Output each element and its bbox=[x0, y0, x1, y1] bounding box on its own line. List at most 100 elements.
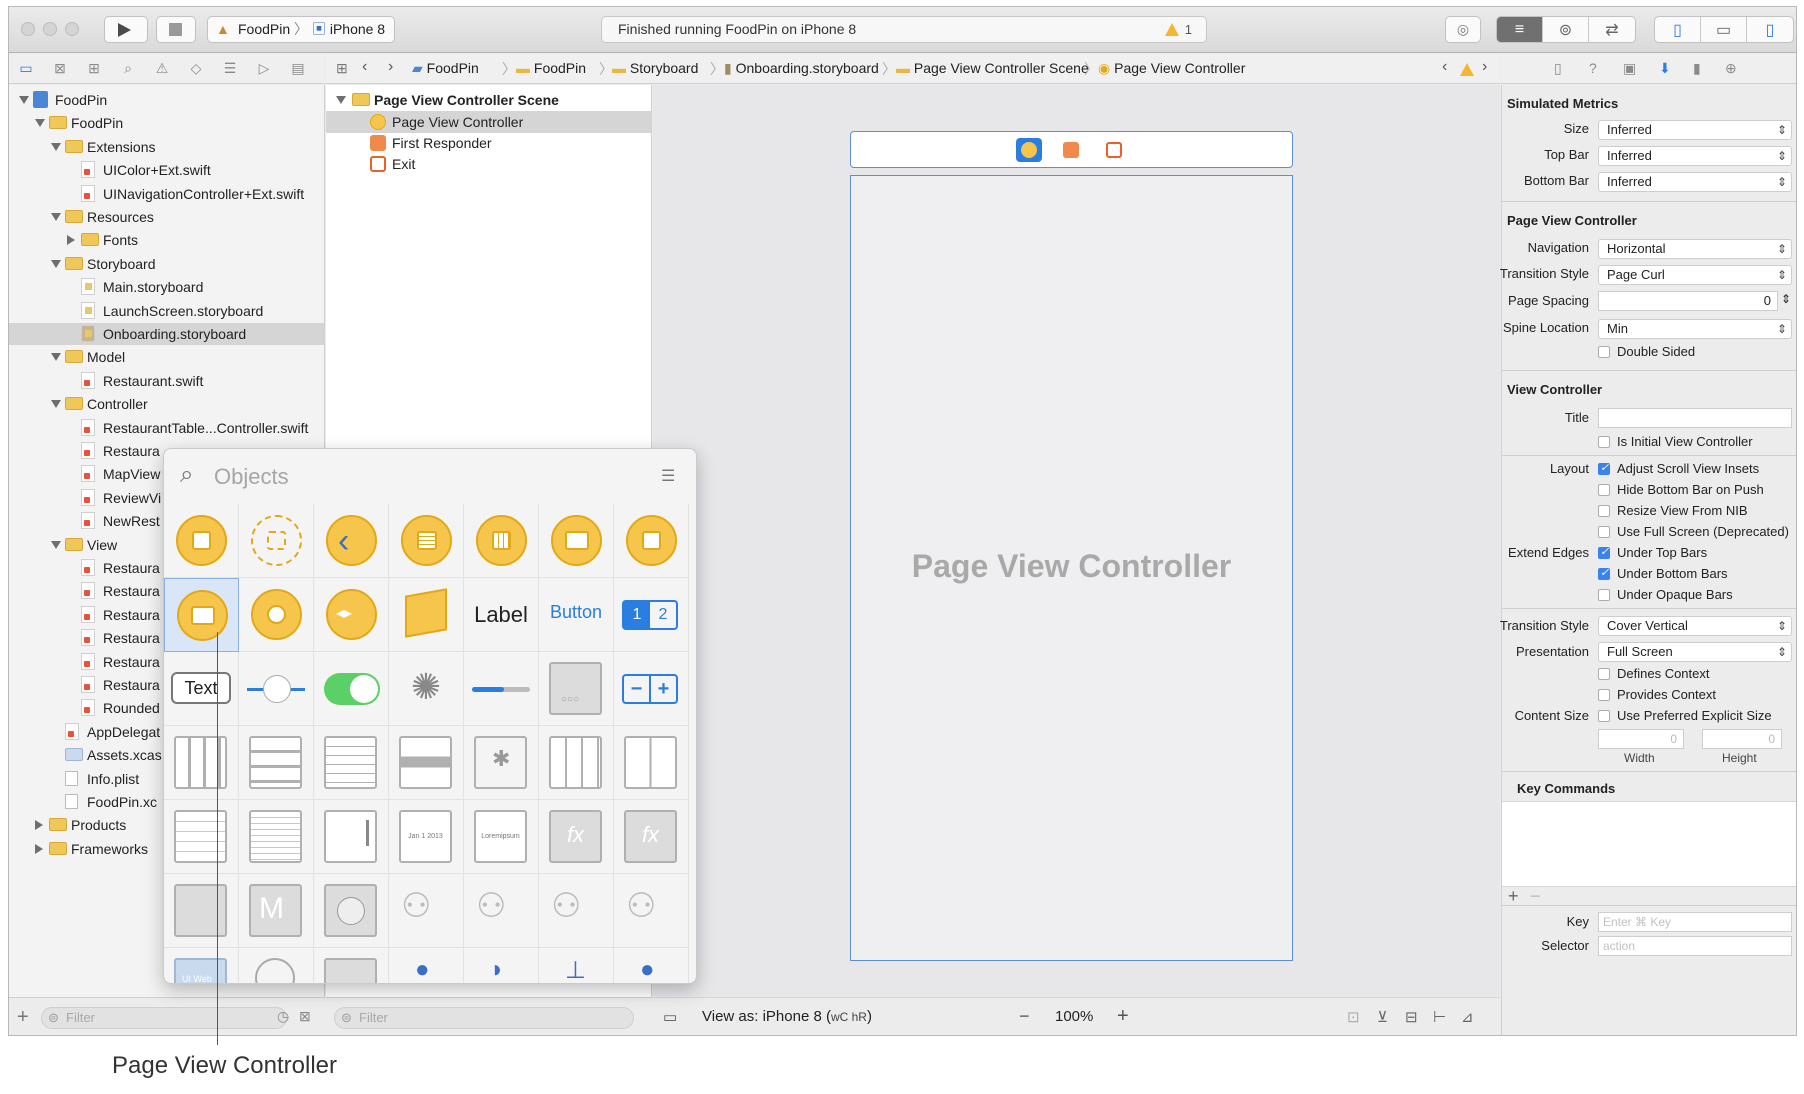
stop-button[interactable] bbox=[156, 16, 196, 43]
library-scroll-view[interactable] bbox=[314, 800, 389, 874]
jump-crumb-controller[interactable]: ◉ Page View Controller bbox=[1098, 60, 1245, 77]
library-tap-gesture[interactable]: ● bbox=[389, 948, 464, 983]
library-long-press-gesture[interactable]: ● bbox=[614, 948, 689, 983]
library-switch[interactable] bbox=[314, 652, 389, 726]
quick-help-icon[interactable]: ? bbox=[1589, 60, 1597, 76]
navigator-tree-row[interactable]: LaunchScreen.storyboard bbox=[9, 300, 324, 322]
disclosure-open-icon[interactable] bbox=[51, 259, 61, 268]
library-pinch-gesture[interactable]: ◗ bbox=[464, 948, 539, 983]
disclosure-open-icon[interactable] bbox=[51, 400, 61, 409]
outline-filter-field[interactable]: Filter bbox=[334, 1007, 634, 1029]
scm-filter-icon[interactable]: ⊠ bbox=[299, 1008, 311, 1025]
find-navigator-icon[interactable]: ⌕ bbox=[119, 60, 137, 76]
disclosure-open-icon[interactable] bbox=[51, 142, 61, 151]
library-spritekit-view[interactable]: ⚇ bbox=[464, 874, 539, 948]
title-field[interactable] bbox=[1598, 408, 1792, 428]
navigator-tree-row[interactable]: RestaurantTable...Controller.swift bbox=[9, 417, 324, 439]
disclosure-closed-icon[interactable] bbox=[35, 820, 43, 831]
outline-scene-row[interactable]: Page View Controller Scene bbox=[326, 89, 651, 111]
preferred-size-checkbox[interactable]: Use Preferred Explicit Size bbox=[1598, 708, 1772, 723]
navigator-tree-row[interactable]: Extensions bbox=[9, 136, 324, 158]
key-field[interactable]: Enter ⌘ Key bbox=[1598, 912, 1792, 932]
list-view-toggle-icon[interactable]: ☰ bbox=[661, 466, 675, 486]
symbol-navigator-icon[interactable]: ⊞ bbox=[85, 60, 103, 76]
library-progress-view[interactable] bbox=[464, 652, 539, 726]
issue-navigator-icon[interactable]: ⚠ bbox=[153, 60, 171, 76]
hide-bottom-bar-checkbox[interactable]: Hide Bottom Bar on Push bbox=[1598, 482, 1764, 497]
disclosure-open-icon[interactable] bbox=[51, 213, 61, 221]
library-page-control[interactable]: ○○○ bbox=[539, 652, 614, 726]
jump-crumb-group[interactable]: ▬ FoodPin bbox=[516, 60, 586, 76]
test-navigator-icon[interactable]: ◇ bbox=[187, 60, 205, 76]
file-inspector-icon[interactable]: ▯ bbox=[1554, 60, 1562, 77]
library-segmented-control[interactable]: 12 bbox=[614, 578, 689, 652]
add-key-command-icon[interactable]: + bbox=[1508, 886, 1519, 907]
width-field[interactable]: 0 bbox=[1598, 729, 1684, 749]
add-file-icon[interactable]: + bbox=[17, 1006, 29, 1029]
outline-item-exit[interactable]: Exit bbox=[326, 153, 651, 175]
library-picker-view[interactable]: Loremipsum bbox=[464, 800, 539, 874]
view-as-label[interactable]: View as: iPhone 8 (wC hR) bbox=[702, 1008, 872, 1025]
library-collection-view[interactable] bbox=[539, 726, 614, 800]
utilities-toggle-icon[interactable]: ▯ bbox=[1747, 17, 1793, 42]
library-map-kit-view[interactable] bbox=[164, 874, 239, 948]
selector-field[interactable]: action bbox=[1598, 936, 1792, 956]
library-split-view-controller[interactable] bbox=[614, 504, 689, 578]
library-search-field[interactable]: ⌕ Objects bbox=[180, 461, 620, 491]
debug-navigator-icon[interactable]: ☰ bbox=[221, 60, 239, 76]
library-stack-view-vertical[interactable] bbox=[239, 726, 314, 800]
issue-warning-icon[interactable] bbox=[1460, 61, 1480, 77]
library-tab-bar-controller[interactable] bbox=[539, 504, 614, 578]
library-visual-effect-vibrancy[interactable]: fx bbox=[614, 800, 689, 874]
jump-crumb-scene[interactable]: ▬ Page View Controller Scene bbox=[896, 60, 1089, 76]
attributes-inspector-icon[interactable]: ⬇ bbox=[1659, 60, 1671, 77]
disclosure-closed-icon[interactable] bbox=[67, 235, 75, 246]
run-button[interactable] bbox=[104, 16, 148, 43]
library-arkit-scenekit-view[interactable]: ⚇ bbox=[539, 874, 614, 948]
identity-inspector-icon[interactable]: ▣ bbox=[1623, 60, 1636, 77]
navigator-tree-row[interactable]: FoodPin bbox=[9, 112, 324, 134]
forward-arrow-icon[interactable]: › bbox=[388, 58, 393, 76]
remove-key-command-icon[interactable]: − bbox=[1530, 886, 1541, 907]
scheme-selector[interactable]: ▲ FoodPin 〉 ▣ iPhone 8 bbox=[207, 16, 395, 43]
topbar-popup[interactable]: Inferred bbox=[1598, 146, 1792, 166]
library-button[interactable]: Button bbox=[539, 578, 614, 652]
full-screen-checkbox[interactable]: Use Full Screen (Deprecated) bbox=[1598, 524, 1789, 539]
under-opaque-bars-checkbox[interactable]: Under Opaque Bars bbox=[1598, 587, 1733, 602]
resize-nib-checkbox[interactable]: Resize View From NIB bbox=[1598, 503, 1748, 518]
library-av-player-view-controller[interactable]: ◂▸ bbox=[314, 578, 389, 652]
page-spacing-stepper[interactable]: ⇕ bbox=[1781, 292, 1791, 306]
outline-item-page-view-controller[interactable]: Page View Controller bbox=[326, 111, 651, 133]
debug-area-toggle-icon[interactable]: ▭ bbox=[1701, 17, 1747, 42]
size-inspector-icon[interactable]: ▮ bbox=[1693, 60, 1701, 77]
navigator-tree-row[interactable]: Model bbox=[9, 346, 324, 368]
library-page-view-controller[interactable] bbox=[164, 578, 239, 652]
library-visual-effect-view[interactable]: fx bbox=[539, 800, 614, 874]
bottombar-popup[interactable]: Inferred bbox=[1598, 172, 1792, 192]
warning-indicator[interactable]: 1 bbox=[1164, 17, 1192, 42]
disclosure-open-icon[interactable] bbox=[35, 119, 45, 128]
align-icon[interactable]: ⊟ bbox=[1405, 1008, 1418, 1026]
connections-inspector-icon[interactable]: ⊕ bbox=[1725, 60, 1737, 77]
disclosure-open-icon[interactable] bbox=[51, 540, 61, 549]
navigator-tree-row[interactable]: Resources bbox=[9, 206, 324, 228]
library-wk-web-view[interactable] bbox=[239, 948, 314, 983]
dock-view-controller-button[interactable] bbox=[1016, 138, 1042, 162]
version-editor-icon[interactable]: ⇄ bbox=[1589, 17, 1635, 42]
size-popup[interactable]: Inferred bbox=[1598, 120, 1792, 140]
assistant-editor-icon[interactable]: ⊚ bbox=[1543, 17, 1589, 42]
recent-files-icon[interactable]: ◷ bbox=[277, 1008, 289, 1025]
library-object[interactable] bbox=[389, 578, 464, 652]
navigator-tree-row[interactable]: Main.storyboard bbox=[9, 276, 324, 298]
library-storyboard-reference[interactable] bbox=[239, 504, 314, 578]
library-image-view[interactable]: ✱ bbox=[464, 726, 539, 800]
library-table-view-controller[interactable] bbox=[389, 504, 464, 578]
document-outline-toggle-icon[interactable]: ▭ bbox=[663, 1008, 677, 1026]
navigator-tree-row[interactable]: Onboarding.storyboard bbox=[9, 323, 324, 345]
navigator-tree-row[interactable]: Controller bbox=[9, 393, 324, 415]
page-view-controller-scene[interactable]: Page View Controller bbox=[850, 175, 1293, 961]
library-arkit-spritekit-view[interactable]: ⚇ bbox=[614, 874, 689, 948]
page-spacing-field[interactable]: 0 bbox=[1598, 291, 1778, 311]
vc-transition-popup[interactable]: Cover Vertical bbox=[1598, 616, 1792, 636]
library-collection-reusable-view[interactable] bbox=[164, 800, 239, 874]
